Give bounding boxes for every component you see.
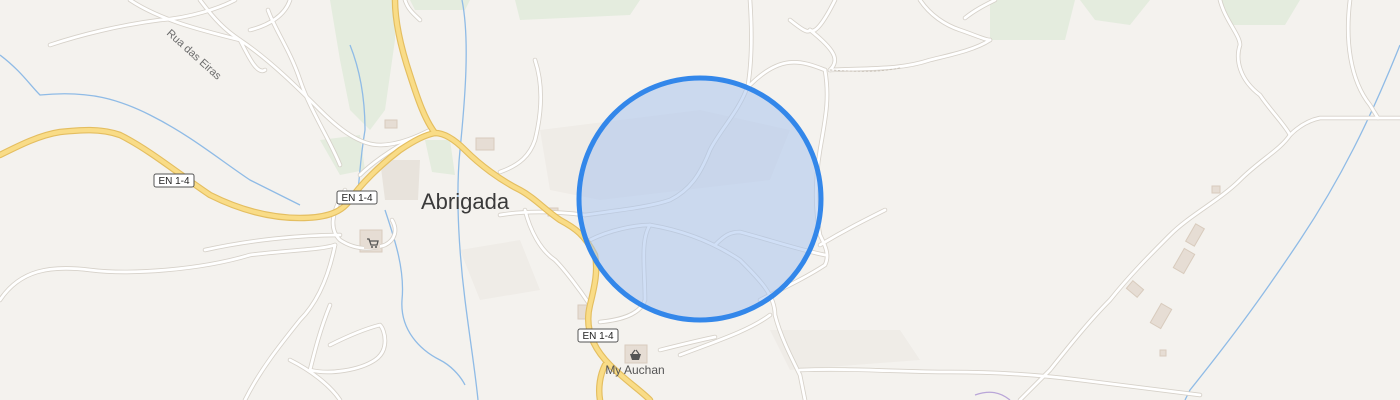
place-label: Abrigada (421, 189, 510, 214)
road-shield: EN 1-4 (577, 328, 619, 343)
road-shield-label: EN 1-4 (582, 331, 614, 342)
road-shield: EN 1-4 (153, 173, 195, 188)
map-canvas[interactable]: EN 1-4 EN 1-4 EN 1-4 Rua das Eiras Abrig… (0, 0, 1400, 400)
road-shield: EN 1-4 (336, 190, 378, 205)
road-shield-label: EN 1-4 (158, 176, 190, 187)
poi-label: My Auchan (605, 363, 664, 377)
selection-radius-circle[interactable] (576, 75, 824, 323)
road-shield-label: EN 1-4 (341, 193, 373, 204)
shopping-cart-icon[interactable] (364, 235, 380, 249)
